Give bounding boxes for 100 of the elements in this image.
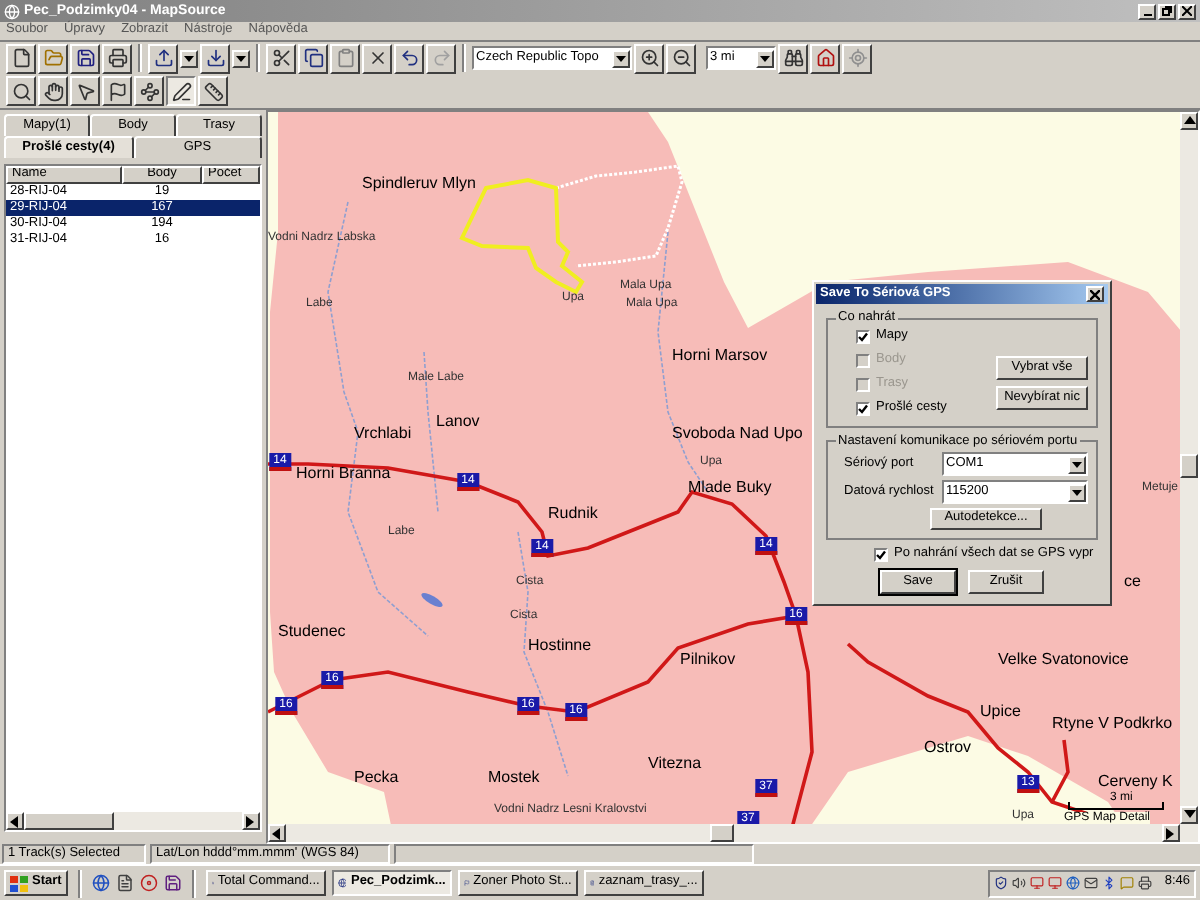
place-label: Studenec <box>278 624 346 640</box>
document-icon <box>11 48 31 68</box>
caret-icon <box>236 55 246 61</box>
place-label: Vrchlabi <box>354 426 412 442</box>
scroll-arrow-button[interactable] <box>1180 806 1198 824</box>
scale-bar <box>1068 802 1164 810</box>
scrollbar-thumb[interactable] <box>710 824 734 842</box>
monitor-icon[interactable] <box>1030 876 1045 890</box>
new-button[interactable] <box>6 43 36 73</box>
scroll-arrow-button[interactable] <box>1162 824 1180 842</box>
windows-logo-icon <box>10 875 28 891</box>
speaker-icon[interactable] <box>1012 876 1027 890</box>
document-icon[interactable] <box>115 874 134 892</box>
checkbox[interactable] <box>874 548 888 562</box>
clipboard-icon <box>335 48 355 68</box>
send-to-device-button[interactable] <box>148 43 178 73</box>
scroll-arrow-button[interactable] <box>268 824 286 842</box>
globe-icon[interactable] <box>91 874 110 892</box>
flag-icon <box>107 81 127 101</box>
binoculars-icon <box>783 48 803 68</box>
place-label: Mlade Buky <box>688 480 772 496</box>
disc-icon[interactable] <box>139 874 158 892</box>
zoom-out-button[interactable] <box>666 43 696 73</box>
hand-icon <box>43 81 63 101</box>
printer-icon[interactable] <box>1138 876 1153 890</box>
restore-icon <box>1162 6 1172 16</box>
scroll-arrow-button[interactable] <box>1180 112 1198 130</box>
open-button[interactable] <box>38 43 68 73</box>
route-icon <box>139 81 159 101</box>
house-icon <box>815 48 835 68</box>
scrollbar-thumb[interactable] <box>1180 454 1198 478</box>
close-icon <box>1090 289 1100 299</box>
scroll-arrow-button[interactable] <box>6 812 24 830</box>
caret-icon <box>1072 461 1082 467</box>
download-icon <box>205 48 225 68</box>
place-label: Ostrov <box>924 740 972 756</box>
globe-icon <box>4 3 20 19</box>
place-label: Rudnik <box>548 506 598 522</box>
restore-button[interactable] <box>1158 3 1176 19</box>
monitor-icon[interactable] <box>1048 876 1063 890</box>
place-label: Cerveny K <box>1098 774 1173 790</box>
scissors-icon <box>271 48 291 68</box>
copy-icon <box>303 48 323 68</box>
zoom-out-icon <box>671 48 691 68</box>
arrow-icon <box>1183 115 1195 127</box>
dropdown-arrow-button[interactable] <box>232 49 250 67</box>
undo-icon <box>399 48 419 68</box>
find-button[interactable] <box>778 43 808 73</box>
scrollbar-thumb[interactable] <box>24 812 114 830</box>
minimize-button[interactable] <box>1138 3 1156 19</box>
dropdown-arrow-button[interactable] <box>612 49 630 67</box>
checkmark-icon <box>858 404 868 414</box>
dropdown-arrow-button[interactable] <box>180 49 198 67</box>
dropdown-arrow-button[interactable] <box>1068 483 1086 501</box>
close-icon <box>1182 6 1192 16</box>
checkbox[interactable] <box>856 330 870 344</box>
envelope-icon[interactable] <box>1084 876 1099 890</box>
shield-icon[interactable] <box>994 876 1009 890</box>
bluetooth-icon[interactable] <box>1102 876 1117 890</box>
place-label: Svoboda Nad Upo <box>672 426 803 442</box>
globe-icon[interactable] <box>1066 876 1081 890</box>
zoom-in-icon <box>639 48 659 68</box>
home-button[interactable] <box>810 43 840 73</box>
caret-icon <box>616 55 626 61</box>
caret-icon <box>760 55 770 61</box>
upload-icon <box>153 48 173 68</box>
ruler-icon <box>203 81 223 101</box>
cut-button[interactable] <box>266 43 296 73</box>
print-button[interactable] <box>102 43 132 73</box>
dropdown-arrow-button[interactable] <box>756 49 774 67</box>
save-button[interactable] <box>70 43 100 73</box>
scroll-arrow-button[interactable] <box>242 812 260 830</box>
close-icon <box>367 48 387 68</box>
redo-button[interactable] <box>426 43 456 73</box>
track-line <box>555 164 684 268</box>
caret-icon <box>1072 489 1082 495</box>
zoom-in-button[interactable] <box>634 43 664 73</box>
close-button[interactable] <box>1086 286 1104 302</box>
paste-button[interactable] <box>330 43 360 73</box>
checkbox[interactable] <box>856 402 870 416</box>
delete-button[interactable] <box>362 43 392 73</box>
dropdown-arrow-button[interactable] <box>1068 455 1086 473</box>
close-button[interactable] <box>1178 3 1196 19</box>
copy-button[interactable] <box>298 43 328 73</box>
checkmark-icon <box>858 332 868 342</box>
magnifier-icon <box>11 81 31 101</box>
folder-icon <box>43 48 63 68</box>
tool-button[interactable] <box>166 76 196 106</box>
locate-button[interactable] <box>842 43 872 73</box>
lake-shape <box>421 593 443 607</box>
place-label: Horni Branna <box>296 466 391 482</box>
place-label: Mostek <box>488 770 540 786</box>
pen-icon <box>171 81 191 101</box>
printer-icon <box>107 48 127 68</box>
undo-button[interactable] <box>394 43 424 73</box>
place-label: Upice <box>980 704 1021 720</box>
receive-from-device-button[interactable] <box>200 43 230 73</box>
place-label: Hostinne <box>528 638 592 654</box>
place-label: Horni Marsov <box>672 348 768 364</box>
place-label: Vitezna <box>648 756 702 772</box>
